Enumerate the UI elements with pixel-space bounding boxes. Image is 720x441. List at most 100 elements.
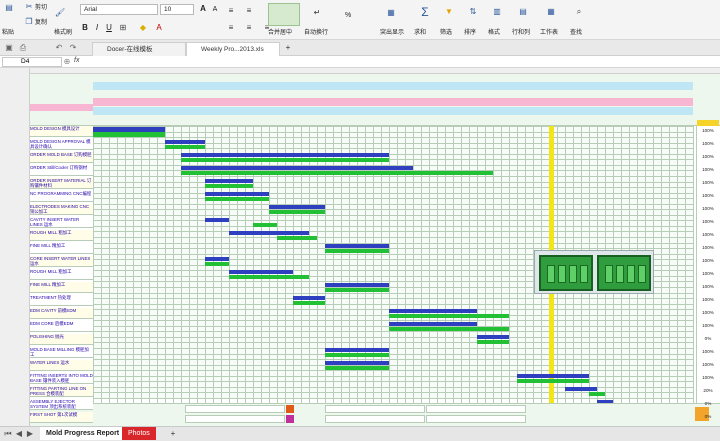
new-tab-icon[interactable]: +	[283, 43, 293, 53]
wrap-text-icon[interactable]: ↵	[312, 8, 322, 18]
actual-bar	[325, 352, 389, 358]
actual-bar	[293, 300, 325, 306]
task-label: TREATMENT 热处理	[30, 294, 93, 306]
actual-bar	[517, 378, 589, 384]
plan-bar	[389, 321, 477, 327]
grid-row-line	[93, 209, 693, 210]
task-label: ROUGH MILL 粗加工	[30, 229, 93, 241]
grid-row-line	[93, 353, 693, 355]
borders-icon[interactable]: ⊞	[118, 23, 128, 33]
task-progress: 20%	[703, 387, 713, 393]
grid-row-line	[93, 336, 693, 338]
merge-center-button[interactable]: 合并居中	[268, 29, 292, 37]
plan-bar	[325, 282, 389, 288]
plan-bar	[181, 152, 389, 158]
cut-icon[interactable]: ✂	[24, 2, 34, 12]
actual-bar	[277, 235, 317, 241]
wrap-text-button[interactable]: 自动换行	[304, 29, 328, 37]
percent-button[interactable]: %	[345, 12, 351, 20]
align-left-icon[interactable]: ≡	[226, 23, 236, 33]
cut-button[interactable]: 剪切	[35, 4, 47, 12]
format-icon[interactable]: ▥	[492, 7, 502, 17]
task-label: WATER LINES 运水	[30, 359, 93, 371]
bold-icon[interactable]: B	[80, 23, 90, 33]
task-progress: 100%	[702, 205, 714, 211]
actual-bar	[93, 132, 165, 137]
plan-bar	[205, 178, 253, 184]
plan-bar	[93, 127, 165, 132]
underline-icon[interactable]: U	[104, 23, 114, 33]
undo-icon[interactable]: ↶	[54, 43, 64, 53]
format-painter-button[interactable]: 格式刷	[54, 29, 72, 37]
sort-button[interactable]: 排序	[464, 29, 476, 37]
actual-bar	[269, 209, 325, 215]
filter-icon[interactable]: ▼	[444, 7, 454, 17]
merge-center-icon[interactable]	[268, 3, 300, 26]
copy-button[interactable]: 复制	[35, 19, 47, 27]
filter-button[interactable]: 筛选	[440, 29, 452, 37]
grid-row-line	[93, 175, 693, 177]
task-label: FINE MILL 精加工	[30, 281, 93, 293]
grow-font-icon[interactable]: A	[198, 4, 208, 14]
fill-color-icon[interactable]: ◆	[138, 23, 148, 33]
rows-cols-icon[interactable]: ▤	[518, 7, 528, 17]
worksheet-icon[interactable]: ▦	[546, 7, 556, 17]
plan-bar	[205, 256, 229, 262]
plan-bar	[165, 139, 205, 145]
grid-row-line	[93, 203, 693, 205]
fx-label[interactable]: fx	[74, 57, 79, 64]
print-icon[interactable]: ⎙	[18, 43, 28, 53]
sum-icon[interactable]: Σ	[420, 6, 430, 18]
conditional-format-icon[interactable]: ▦	[386, 8, 396, 18]
task-label: FINE MILL 精加工	[30, 242, 93, 254]
add-sheet-icon[interactable]: +	[168, 429, 178, 439]
rows-cols-button[interactable]: 行和列	[512, 29, 530, 37]
paste-button[interactable]: 粘贴	[2, 29, 14, 37]
sort-icon[interactable]: ⇅	[468, 7, 478, 17]
grid-row-line	[93, 370, 693, 371]
grid-row-line	[93, 214, 693, 216]
font-name-select[interactable]: Arial	[80, 4, 158, 15]
next-sheet-icon[interactable]: ▶	[25, 429, 35, 439]
sum-button[interactable]: 求和	[414, 29, 426, 37]
actual-bar	[477, 339, 509, 345]
legend-cell	[426, 405, 526, 413]
prev-sheet-icon[interactable]: ◀	[14, 429, 24, 439]
redo-icon[interactable]: ↷	[68, 43, 78, 53]
row-headers[interactable]	[0, 68, 30, 426]
zoom-formula-icon[interactable]: ⊕	[62, 57, 72, 67]
copy-icon[interactable]: ❐	[24, 17, 34, 27]
find-icon[interactable]: ⌕	[574, 7, 584, 17]
font-color-icon[interactable]: A	[154, 23, 164, 33]
formula-bar: D4 ⊕ fx	[0, 56, 720, 68]
paste-icon[interactable]: ▤	[4, 3, 14, 13]
grid-row-line	[93, 225, 693, 227]
save-icon[interactable]: ▣	[4, 43, 14, 53]
font-size-select[interactable]: 10	[160, 4, 194, 15]
actual-bar	[253, 222, 277, 228]
align-center-icon[interactable]: ≡	[244, 23, 254, 33]
legend-swatch	[286, 415, 294, 423]
grid-row-line	[93, 320, 693, 321]
grid-row-line	[93, 198, 693, 199]
sheet-tab-photos[interactable]: Photos	[122, 427, 156, 440]
week-band	[93, 98, 693, 106]
task-progress: 100%	[702, 309, 714, 315]
italic-icon[interactable]: I	[92, 23, 102, 33]
align-middle-icon[interactable]: ≡	[244, 6, 254, 16]
find-button[interactable]: 查找	[570, 29, 582, 37]
format-button[interactable]: 格式	[488, 29, 500, 37]
task-progress: 0%	[704, 413, 712, 419]
tab-docer[interactable]: Docer-在线模板	[92, 42, 186, 56]
worksheet-button[interactable]: 工作表	[540, 29, 558, 37]
format-painter-icon[interactable]: 🖌	[55, 8, 65, 18]
worksheet[interactable]: MOLD DESIGN 模具设计 100% MOLD DESIGN APPROVAL…	[0, 68, 720, 427]
shrink-font-icon[interactable]: A	[210, 5, 220, 15]
formula-input[interactable]	[86, 57, 716, 67]
name-box[interactable]: D4	[2, 57, 62, 67]
align-top-icon[interactable]: ≡	[226, 6, 236, 16]
first-sheet-icon[interactable]: ⏮	[3, 429, 13, 439]
conditional-format-button[interactable]: 突出显示	[380, 29, 404, 37]
tab-weekly-progress[interactable]: Weekly Pro...2013.xls	[186, 42, 280, 56]
sheet-tab-mold-progress[interactable]: Mold Progress Report	[40, 427, 126, 440]
